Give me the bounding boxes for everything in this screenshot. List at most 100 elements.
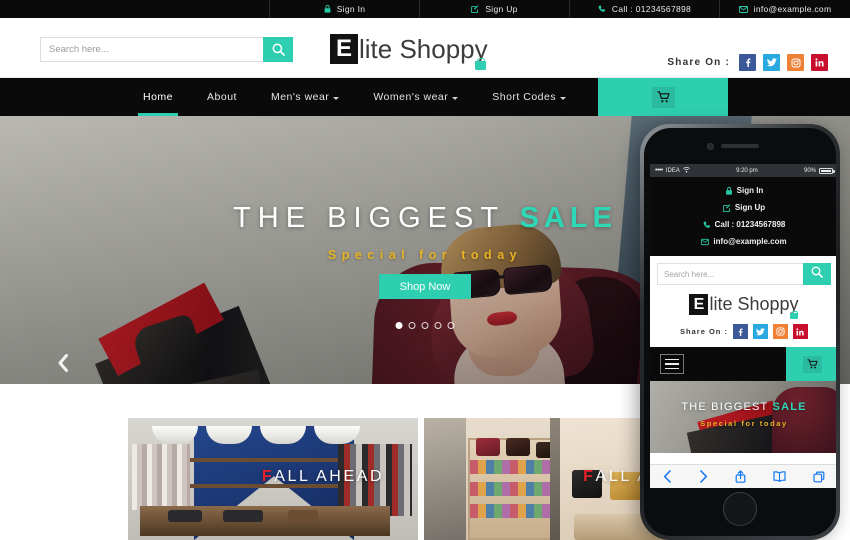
logo-initial: E — [330, 34, 358, 64]
nav-label-womens-wear: Women's wear — [373, 91, 449, 103]
phone-hero: THE BIGGEST SALE Special for today — [650, 381, 836, 453]
phone-cart-button[interactable] — [786, 347, 836, 381]
carousel-dot-2[interactable] — [408, 322, 416, 329]
promo-label-rest: ALL AHEAD — [274, 468, 385, 485]
phone-call-label: Call : 01234567898 — [714, 220, 786, 229]
phone-screen: •••• IDEA 9:20 pm 90% Sign In Sign Up Ca… — [650, 164, 836, 488]
linkedin-icon[interactable] — [811, 54, 828, 71]
phone-logo-text: lite Shoppy — [709, 294, 799, 314]
tabs-icon[interactable] — [812, 471, 825, 483]
nav-item-womens-wear[interactable]: Women's wear — [356, 78, 475, 116]
nav-item-about[interactable]: About — [190, 78, 254, 116]
edit-icon — [723, 203, 731, 212]
facebook-icon[interactable] — [739, 54, 756, 71]
chevron-down-icon — [560, 96, 567, 100]
share-label: Share On : — [667, 57, 730, 68]
back-icon[interactable] — [663, 470, 672, 483]
phone-logo-wordmark: lite Shoppy — [709, 294, 799, 319]
search-button[interactable] — [263, 37, 293, 62]
topbar-signup-label: Sign Up — [485, 4, 518, 14]
signal-dots-icon: •••• — [655, 167, 663, 174]
phone-home-button[interactable] — [723, 492, 757, 526]
battery-percent: 90% — [803, 167, 816, 174]
phone-email[interactable]: info@example.com — [650, 233, 836, 250]
edit-icon — [471, 5, 479, 13]
logo-wordmark: lite Shoppy — [359, 34, 488, 70]
nav-items: Home About Men's wear Women's wear Short… — [126, 78, 657, 116]
topbar-phone[interactable]: Call : 01234567898 — [570, 0, 720, 18]
phone-hero-subheadline: Special for today — [700, 419, 788, 428]
carousel-dot-4[interactable] — [434, 322, 442, 329]
shopping-cart-icon — [802, 355, 822, 373]
lock-icon — [725, 186, 733, 195]
promo-card-clothing[interactable]: FALL AHEAD — [128, 418, 418, 540]
facebook-icon[interactable] — [732, 324, 748, 339]
chevron-left-icon — [57, 353, 70, 377]
topbar-signin-label: Sign In — [336, 4, 366, 14]
phone-hero-headline-main: THE BIGGEST — [681, 401, 773, 413]
nav-item-short-codes[interactable]: Short Codes — [475, 78, 583, 116]
instagram-icon[interactable] — [787, 54, 804, 71]
carousel-dot-3[interactable] — [421, 322, 429, 329]
phone-search — [657, 263, 831, 285]
top-utility-bar: Sign In Sign Up Call : 01234567898 info@… — [0, 0, 850, 18]
twitter-icon[interactable] — [763, 54, 780, 71]
topbar-signin[interactable]: Sign In — [270, 0, 420, 18]
phone-navbar — [650, 347, 836, 381]
carousel-prev-button[interactable] — [52, 353, 74, 377]
chevron-down-icon — [452, 96, 459, 100]
carousel-indicators — [395, 322, 455, 329]
phone-logo[interactable]: E lite Shoppy — [657, 294, 831, 319]
envelope-icon — [738, 5, 748, 13]
search-icon — [811, 265, 823, 283]
header-search — [40, 37, 293, 62]
twitter-icon[interactable] — [752, 324, 768, 339]
share-icon[interactable] — [735, 470, 746, 483]
share-bar: Share On : — [667, 54, 828, 71]
phone-search-button[interactable] — [803, 263, 831, 285]
phone-share-bar: Share On : — [657, 324, 831, 339]
phone-status-bar: •••• IDEA 9:20 pm 90% — [650, 164, 836, 177]
carousel-dot-1[interactable] — [395, 322, 403, 329]
phone-share-label: Share On : — [680, 327, 728, 336]
cart-button[interactable] — [598, 78, 728, 116]
hero-headline-accent: SALE — [519, 202, 617, 234]
phone-hero-headline: THE BIGGEST SALE — [650, 401, 836, 413]
chevron-down-icon — [333, 96, 340, 100]
phone-signup[interactable]: Sign Up — [650, 199, 836, 216]
status-time: 9:20 pm — [736, 167, 758, 174]
search-input[interactable] — [40, 37, 263, 62]
logo-text: lite Shoppy — [359, 34, 488, 64]
webpage-preview: Sign In Sign Up Call : 01234567898 info@… — [0, 0, 850, 540]
phone-icon — [703, 221, 711, 229]
topbar-signup[interactable]: Sign Up — [420, 0, 570, 18]
phone-mockup: •••• IDEA 9:20 pm 90% Sign In Sign Up Ca… — [640, 124, 840, 540]
phone-body: •••• IDEA 9:20 pm 90% Sign In Sign Up Ca… — [644, 128, 836, 536]
promo-label-initial: F — [261, 468, 275, 485]
nav-item-home[interactable]: Home — [126, 78, 190, 116]
instagram-icon[interactable] — [772, 324, 788, 339]
promo-label-initial: F — [583, 468, 596, 485]
nav-label-short-codes: Short Codes — [492, 91, 557, 103]
phone-call[interactable]: Call : 01234567898 — [650, 216, 836, 233]
bookmarks-icon[interactable] — [773, 471, 786, 482]
phone-camera — [707, 143, 714, 150]
battery-icon — [819, 167, 835, 174]
hamburger-menu-icon[interactable] — [660, 354, 684, 374]
lock-icon — [324, 5, 331, 13]
forward-icon[interactable] — [699, 470, 708, 483]
phone-signin[interactable]: Sign In — [650, 182, 836, 199]
topbar-email[interactable]: info@example.com — [720, 0, 850, 18]
shop-now-button[interactable]: Shop Now — [379, 274, 471, 299]
search-icon — [272, 43, 285, 56]
nav-label-mens-wear: Men's wear — [270, 91, 330, 103]
nav-item-mens-wear[interactable]: Men's wear — [254, 78, 356, 116]
site-logo[interactable]: E lite Shoppy — [330, 30, 488, 70]
carousel-dot-5[interactable] — [447, 322, 455, 329]
phone-search-input[interactable] — [657, 263, 803, 285]
wifi-icon — [682, 166, 690, 175]
shopping-bag-icon — [789, 311, 798, 319]
phone-hero-headline-accent: SALE — [772, 401, 807, 413]
linkedin-icon[interactable] — [792, 324, 808, 339]
promo-card-label: FALL AHEAD — [128, 468, 418, 486]
